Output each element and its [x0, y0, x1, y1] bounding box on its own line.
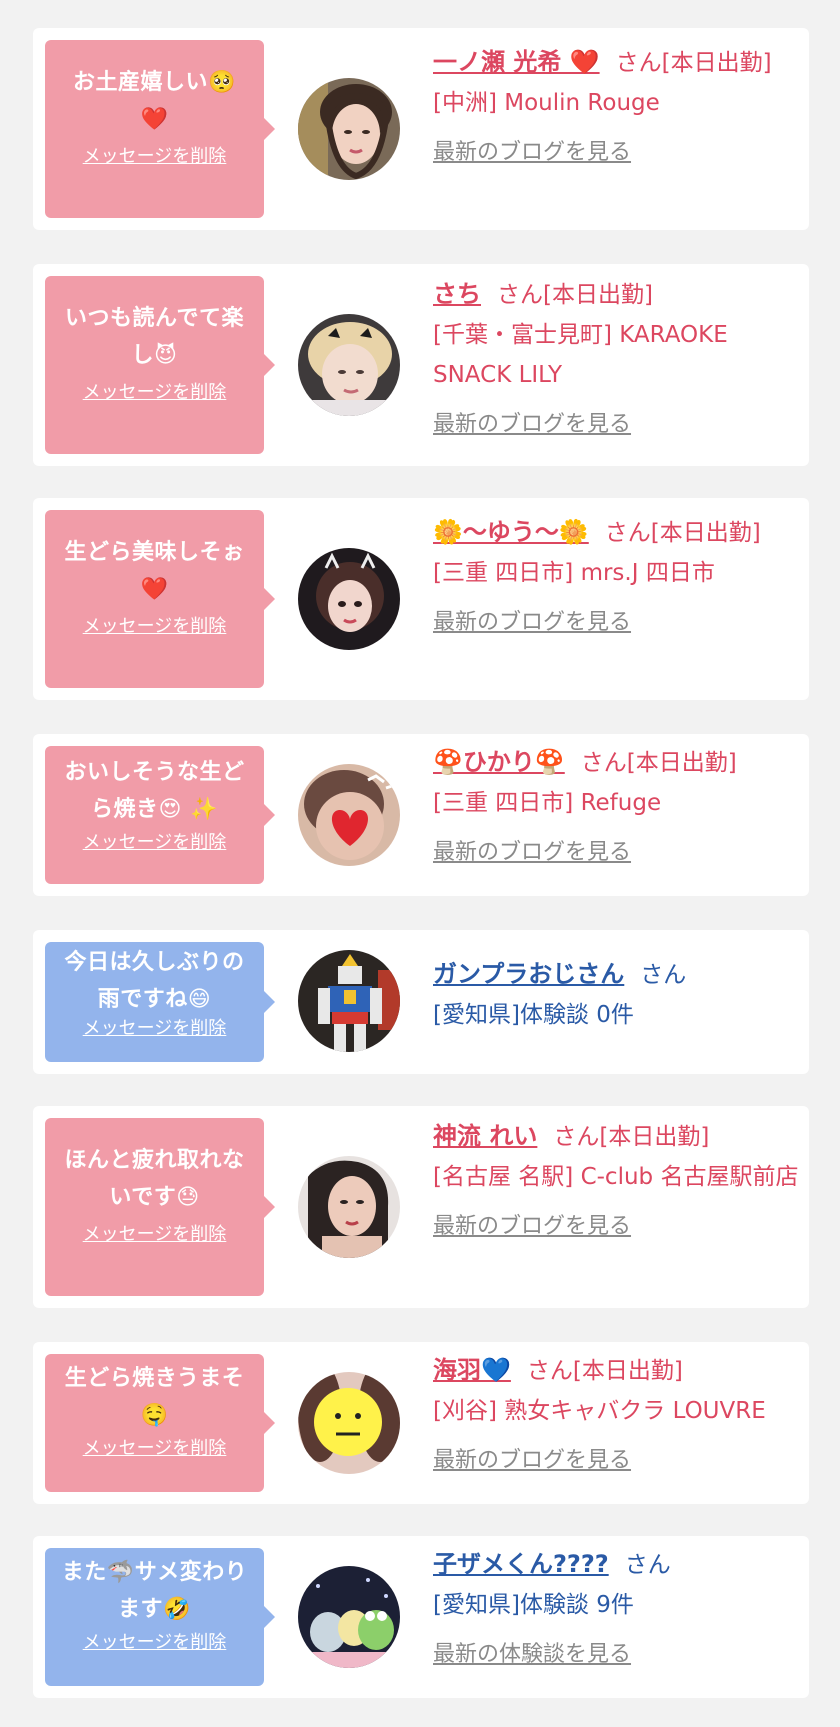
avatar[interactable]: [298, 764, 400, 866]
woman-portrait-icon: [298, 764, 400, 866]
delete-message-link[interactable]: メッセージを削除: [83, 1438, 227, 1460]
message-bubble: おいしそうな生どら焼き😍 ✨ メッセージを削除: [45, 746, 275, 884]
profile-info: 海羽💙 さん[本日出勤] [刈谷] 熟女キャバクラ LOUVRE 最新のブログを見…: [433, 1350, 803, 1481]
toy-figures-icon: [298, 1566, 400, 1668]
message-card: 生どら美味しそぉ ❤️ メッセージを削除 🌼～ゆう～🌼 さん[本日出勤] [三重 …: [33, 498, 809, 700]
profile-info: 子ザメくん???? さん [愛知県]体験談 9件 最新の体験談を見る: [433, 1544, 803, 1675]
profile-name-link[interactable]: 一ノ瀬 光希 ❤️: [433, 48, 600, 76]
message-bubble: また🦈サメ変わります🤣 メッセージを削除: [45, 1548, 275, 1686]
message-card: いつも読んでて楽し😈 メッセージを削除 さち さん[本日出勤] [千葉・富士見町]…: [33, 264, 809, 466]
message-text: おいしそうな生どら焼き😍 ✨: [64, 760, 245, 822]
robot-figure-icon: [298, 950, 400, 1052]
message-bubble: 生どら美味しそぉ ❤️ メッセージを削除: [45, 510, 275, 688]
shop-text: [三重 四日市] Refuge: [433, 790, 662, 816]
latest-blog-link[interactable]: 最新のブログを見る: [433, 1207, 631, 1247]
woman-portrait-icon: [298, 314, 400, 416]
profile-info: 神流 れい さん[本日出勤] [名古屋 名駅] C-club 名古屋駅前店 最新の…: [433, 1116, 803, 1247]
message-text: 生どら焼きうまそ 🤤: [64, 1366, 245, 1428]
message-card: おいしそうな生どら焼き😍 ✨ メッセージを削除 🍄ひかり🍄 さん[本日出勤] [三…: [33, 734, 809, 896]
delete-message-link[interactable]: メッセージを削除: [83, 832, 227, 854]
profile-info: さち さん[本日出勤] [千葉・富士見町] KARAOKE SNACK LILY …: [433, 274, 803, 445]
shop-text: [三重 四日市] mrs.J 四日市: [433, 560, 715, 586]
woman-portrait-icon: [298, 78, 400, 180]
avatar[interactable]: [298, 548, 400, 650]
delete-message-link[interactable]: メッセージを削除: [83, 1632, 227, 1654]
message-card: また🦈サメ変わります🤣 メッセージを削除 子ザメくん???? さん [愛知県]体験…: [33, 1536, 809, 1698]
status-text: さん[本日出勤]: [604, 520, 761, 546]
status-text: さん[本日出勤]: [553, 1124, 710, 1150]
message-text: いつも読んでて楽し😈: [65, 306, 244, 368]
status-text: さん: [640, 962, 687, 988]
message-card: 今日は久しぶりの雨ですね😄 メッセージを削除 ガンプラおじさん さん [愛知県]体…: [33, 930, 809, 1074]
status-text: さん[本日出勤]: [526, 1358, 683, 1384]
status-text: さん: [624, 1552, 671, 1578]
message-bubble: 今日は久しぶりの雨ですね😄 メッセージを削除: [45, 942, 275, 1062]
profile-name-link[interactable]: 🍄ひかり🍄: [433, 748, 565, 776]
avatar[interactable]: [298, 1372, 400, 1474]
shop-text: [愛知県]体験談 0件: [433, 1002, 634, 1028]
shop-text: [中洲] Moulin Rouge: [433, 90, 660, 116]
avatar[interactable]: [298, 1156, 400, 1258]
latest-blog-link[interactable]: 最新のブログを見る: [433, 833, 631, 873]
profile-name-link[interactable]: 海羽💙: [433, 1356, 511, 1384]
shop-text: [刈谷] 熟女キャバクラ LOUVRE: [433, 1398, 766, 1424]
profile-info: 🍄ひかり🍄 さん[本日出勤] [三重 四日市] Refuge 最新のブログを見る: [433, 742, 803, 873]
message-bubble: お土産嬉しい🥺 ❤️ メッセージを削除: [45, 40, 275, 218]
message-card: ほんと疲れ取れないです😓 メッセージを削除 神流 れい さん[本日出勤] [名古屋…: [33, 1106, 809, 1308]
message-text: 生どら美味しそぉ ❤️: [64, 540, 245, 602]
latest-experience-link[interactable]: 最新の体験談を見る: [433, 1635, 631, 1675]
message-bubble: 生どら焼きうまそ 🤤 メッセージを削除: [45, 1354, 275, 1492]
avatar[interactable]: [298, 314, 400, 416]
shop-text: [千葉・富士見町] KARAOKE SNACK LILY: [433, 322, 728, 388]
profile-name-link[interactable]: 🌼～ゆう～🌼: [433, 518, 589, 546]
shop-text: [愛知県]体験談 9件: [433, 1592, 634, 1618]
status-text: さん[本日出勤]: [580, 750, 737, 776]
profile-name-link[interactable]: 神流 れい: [433, 1122, 537, 1150]
message-bubble: いつも読んでて楽し😈 メッセージを削除: [45, 276, 275, 454]
message-card: お土産嬉しい🥺 ❤️ メッセージを削除 一ノ瀬 光希 ❤️ さん[本日出勤] [中…: [33, 28, 809, 230]
latest-blog-link[interactable]: 最新のブログを見る: [433, 405, 631, 445]
message-text: ほんと疲れ取れないです😓: [64, 1148, 245, 1210]
woman-portrait-icon: [298, 1156, 400, 1258]
woman-portrait-icon: [298, 1372, 400, 1474]
profile-info: 一ノ瀬 光希 ❤️ さん[本日出勤] [中洲] Moulin Rouge 最新のブ…: [433, 42, 803, 173]
profile-name-link[interactable]: さち: [433, 280, 481, 308]
status-text: さん[本日出勤]: [615, 50, 772, 76]
avatar[interactable]: [298, 78, 400, 180]
latest-blog-link[interactable]: 最新のブログを見る: [433, 603, 631, 643]
avatar[interactable]: [298, 1566, 400, 1668]
status-text: さん[本日出勤]: [497, 282, 653, 308]
latest-blog-link[interactable]: 最新のブログを見る: [433, 1441, 631, 1481]
delete-message-link[interactable]: メッセージを削除: [83, 1224, 227, 1246]
message-bubble: ほんと疲れ取れないです😓 メッセージを削除: [45, 1118, 275, 1296]
delete-message-link[interactable]: メッセージを削除: [83, 616, 227, 638]
profile-name-link[interactable]: ガンプラおじさん: [433, 960, 624, 988]
delete-message-link[interactable]: メッセージを削除: [83, 146, 227, 168]
woman-portrait-icon: [298, 548, 400, 650]
message-text: お土産嬉しい🥺 ❤️: [73, 70, 236, 132]
avatar[interactable]: [298, 950, 400, 1052]
message-card: 生どら焼きうまそ 🤤 メッセージを削除 海羽💙 さん[本日出勤] [刈谷] 熟女キ…: [33, 1342, 809, 1504]
delete-message-link[interactable]: メッセージを削除: [83, 1018, 227, 1040]
profile-name-link[interactable]: 子ザメくん????: [433, 1550, 609, 1578]
profile-info: 🌼～ゆう～🌼 さん[本日出勤] [三重 四日市] mrs.J 四日市 最新のブログ…: [433, 512, 803, 643]
profile-info: ガンプラおじさん さん [愛知県]体験談 0件: [433, 954, 803, 1035]
message-text: 今日は久しぶりの雨ですね😄: [64, 950, 245, 1012]
delete-message-link[interactable]: メッセージを削除: [83, 382, 227, 404]
latest-blog-link[interactable]: 最新のブログを見る: [433, 133, 631, 173]
message-text: また🦈サメ変わります🤣: [61, 1560, 248, 1622]
shop-text: [名古屋 名駅] C-club 名古屋駅前店: [433, 1164, 799, 1190]
